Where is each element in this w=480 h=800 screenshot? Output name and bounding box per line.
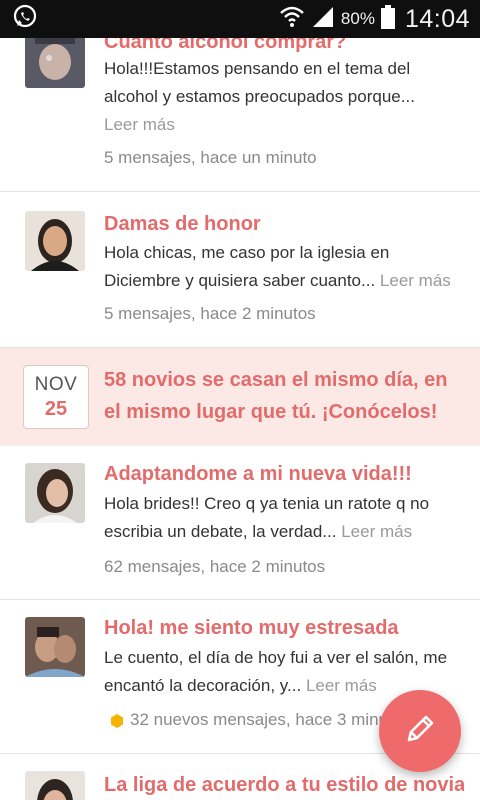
avatar [25,771,85,800]
avatar [25,38,85,88]
avatar [25,463,85,523]
read-more-link[interactable]: Leer más [380,271,451,290]
post-title[interactable]: Cuanto alcohol comprar? [104,38,464,54]
calendar-month: NOV [34,374,78,395]
clock: 14:04 [404,4,470,33]
post-preview: Hola!!!Estamos pensando en el tema del a… [104,55,464,139]
post-excerpt: Le cuento, el día de hoy fui a ver el sa… [104,648,448,695]
signal-icon [311,5,335,34]
post-excerpt: Hola!!!Estamos pensando en el tema del a… [104,59,415,106]
new-messages-badge-icon [110,713,124,728]
compose-button[interactable] [379,690,461,772]
read-more-link[interactable]: Leer más [341,522,412,541]
battery-percent: 80% [340,9,375,28]
promo-banner[interactable]: NOV 25 58 novios se casan el mismo día, … [0,348,480,446]
wifi-icon [279,5,305,34]
calendar-day: 25 [44,398,68,420]
post-preview: Hola chicas, me caso por la iglesia en D… [104,239,464,295]
avatar [25,211,85,271]
post-title[interactable]: Adaptandome a mi nueva vida!!! [104,463,464,486]
whatsapp-icon [12,4,38,35]
post-meta: 62 mensajes, hace 2 minutos [104,557,326,576]
read-more-link[interactable]: Leer más [104,115,175,134]
calendar-icon: NOV 25 [23,365,89,429]
read-more-link[interactable]: Leer más [306,676,377,695]
post-meta: 5 mensajes, hace 2 minutos [104,304,316,323]
battery-icon [380,4,395,34]
status-bar: 80% 14:04 [0,0,480,38]
post-title[interactable]: La liga de acuerdo a tu estilo de novia [104,774,464,797]
promo-text[interactable]: 58 novios se casan el mismo día, en el m… [104,364,464,428]
list-item[interactable]: Adaptandome a mi nueva vida!!! Hola brid… [0,446,480,600]
avatar [25,617,85,677]
post-preview: Hola brides!! Creo q ya tenia un ratote … [104,490,464,546]
post-excerpt: Hola chicas, me caso por la iglesia en D… [104,243,390,290]
list-item[interactable]: Damas de honor Hola chicas, me caso por … [0,192,480,348]
pencil-icon [402,711,438,752]
debate-feed[interactable]: Cuanto alcohol comprar? Hola!!!Estamos p… [0,38,480,800]
post-meta: 5 mensajes, hace un minuto [104,148,317,167]
post-meta-text: 32 nuevos mensajes, hace 3 minutos [130,710,411,729]
post-meta: 32 nuevos mensajes, hace 3 minutos [110,710,411,730]
post-title[interactable]: Damas de honor [104,213,464,236]
post-title[interactable]: Hola! me siento muy estresada [104,617,464,640]
list-item[interactable]: Cuanto alcohol comprar? Hola!!!Estamos p… [0,38,480,192]
